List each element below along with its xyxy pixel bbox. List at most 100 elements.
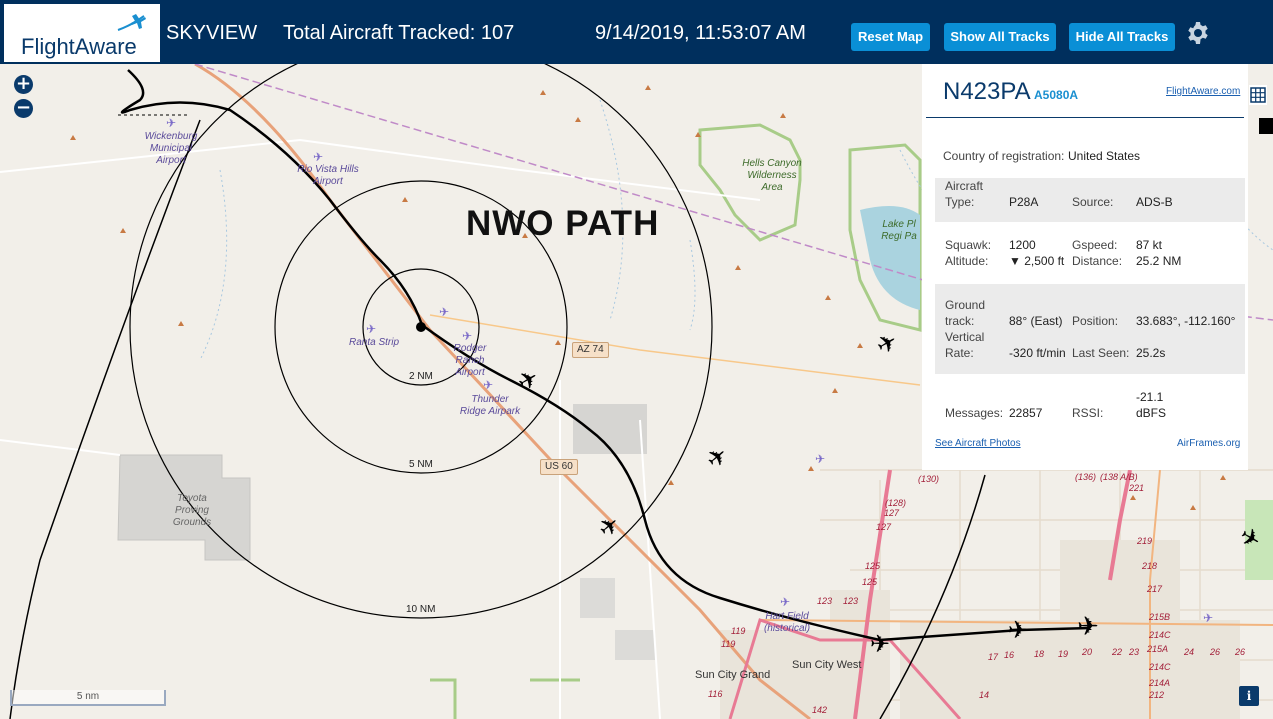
aircraft-detail-panel: N423PA A5080A FlightAware.com Country of…: [922, 64, 1248, 470]
aircraft-type-value: P28A: [1009, 195, 1039, 209]
reset-map-button[interactable]: Reset Map: [851, 23, 930, 51]
exit-label: 20: [1082, 647, 1093, 657]
zoom-out-button[interactable]: −: [14, 99, 33, 118]
aircraft-type-label: Aircraft Type:: [945, 179, 984, 209]
airport-label-rodger-ranch: Rodger Ranch Airport: [453, 343, 487, 378]
exit-label: 125: [862, 577, 878, 587]
ring-label-2nm: 2 NM: [409, 371, 433, 382]
exit-label: 24: [1184, 647, 1195, 657]
messages-value: 22857: [1009, 406, 1043, 420]
vertical-rate-label: Vertical Rate:: [945, 330, 985, 360]
exit-label: 127: [884, 508, 900, 518]
svg-text:✈: ✈: [1077, 612, 1099, 642]
grid-view-button[interactable]: [1249, 85, 1267, 105]
exit-label: 214C: [1149, 662, 1171, 672]
source-label: Source:: [1072, 195, 1114, 209]
road-label-us60: US 60: [540, 459, 578, 475]
svg-text:✈: ✈: [166, 116, 176, 130]
altitude-value: ▼ 2,500 ft: [1009, 254, 1065, 268]
svg-text:✈: ✈: [780, 595, 790, 609]
exit-label: 23: [1129, 647, 1140, 657]
exit-label: 119: [721, 639, 736, 649]
ground-track-value: 88° (East): [1009, 314, 1063, 328]
svg-text:✈: ✈: [870, 630, 890, 658]
map-scale: 5 nm: [10, 690, 166, 706]
logo-text: FlightAware: [21, 34, 137, 59]
exit-label: 215A: [1147, 644, 1169, 654]
exit-label: 142: [812, 705, 828, 715]
gear-icon[interactable]: [1186, 21, 1210, 45]
datetime: 9/14/2019, 11:53:07 AM: [595, 22, 806, 44]
exit-label: 17: [988, 652, 999, 662]
total-tracked: Total Aircraft Tracked: 107: [283, 22, 515, 44]
hide-all-tracks-button[interactable]: Hide All Tracks: [1069, 23, 1175, 51]
town-label-sun-city-grand: Sun City Grand: [695, 669, 771, 681]
airport-label-thunder-ridge: Thunder Ridge Airpark: [459, 394, 521, 417]
exit-label: (138 A/B): [1100, 472, 1138, 482]
svg-text:✈: ✈: [815, 452, 825, 466]
area-label-lake-pleasant: Lake Pl Regi Pa: [881, 219, 917, 242]
zoom-in-button[interactable]: +: [14, 75, 33, 94]
airport-label-ranta-strip: Ranta Strip: [348, 337, 400, 348]
exit-label: 215B: [1149, 612, 1171, 622]
place-label-toyota: Toyota Proving Grounds: [172, 493, 212, 528]
exit-label: 16: [1004, 650, 1015, 660]
exit-label: (128): [885, 498, 907, 508]
exit-label: 18: [1034, 649, 1045, 659]
show-all-tracks-button[interactable]: Show All Tracks: [944, 23, 1056, 51]
aircraft-photos-link[interactable]: See Aircraft Photos: [935, 438, 1021, 449]
aircraft-hex-code: A5080A: [1034, 88, 1079, 102]
app-name: SKYVIEW: [166, 22, 258, 44]
ground-track-label: Ground track:: [945, 298, 986, 328]
top-bar: FlightAware SKYVIEW Total Aircraft Track…: [0, 0, 1273, 64]
distance-label: Distance:: [1072, 254, 1123, 268]
position-value: 33.683°, -112.160°: [1136, 314, 1236, 328]
airframes-link[interactable]: AirFrames.org: [1177, 438, 1240, 449]
grid-icon: [1250, 87, 1266, 103]
country-value: United States: [1068, 149, 1141, 163]
exit-label: 119: [731, 626, 746, 636]
exit-label: (136): [1075, 472, 1097, 482]
exit-label: 26: [1235, 647, 1246, 657]
svg-text:✈: ✈: [483, 378, 493, 392]
ring-label-5nm: 5 NM: [409, 459, 433, 470]
exit-label: 127: [876, 522, 892, 532]
flightaware-logo[interactable]: FlightAware: [4, 4, 160, 62]
exit-label: 219: [1137, 536, 1153, 546]
last-seen-value: 25.2s: [1136, 346, 1166, 360]
squawk-value: 1200: [1009, 238, 1036, 252]
rssi-label: RSSI:: [1072, 406, 1104, 420]
overlay-title: NWO PATH: [466, 204, 660, 243]
messages-label: Messages:: [945, 406, 1004, 420]
info-button[interactable]: i: [1239, 686, 1259, 706]
airport-label-hart-field: Hart Field (historical): [763, 611, 811, 634]
exit-label: 214A: [1149, 678, 1171, 688]
svg-text:✈: ✈: [1008, 616, 1028, 644]
squawk-label: Squawk:: [945, 238, 992, 252]
exit-label: 19: [1058, 649, 1069, 659]
exit-label: 116: [708, 689, 723, 699]
exit-label: 22: [1112, 647, 1123, 657]
airport-label-rio-vista: Rio Vista Hills Airport: [297, 164, 359, 187]
exit-label: 123: [843, 596, 859, 606]
svg-text:✈: ✈: [462, 329, 472, 343]
exit-label: 221: [1129, 483, 1145, 493]
svg-text:✈: ✈: [313, 150, 323, 164]
town-label-sun-city-west: Sun City West: [792, 659, 862, 671]
gspeed-value: 87 kt: [1136, 238, 1163, 252]
altitude-label: Altitude:: [945, 254, 989, 268]
position-label: Position:: [1072, 314, 1119, 328]
plane-logo-icon: [117, 14, 146, 31]
exit-label: 26: [1210, 647, 1221, 657]
exit-label: 218: [1142, 561, 1158, 571]
source-value: ADS-B: [1136, 195, 1173, 209]
exit-label: (130): [918, 474, 940, 484]
svg-text:✈: ✈: [1203, 611, 1213, 625]
flightaware-link[interactable]: FlightAware.com: [1166, 86, 1240, 97]
exit-label: 125: [865, 561, 881, 571]
exit-label: 217: [1147, 584, 1163, 594]
vertical-rate-value: -320 ft/min: [1009, 346, 1066, 360]
country-label: Country of registration:: [943, 149, 1065, 163]
road-label-az74: AZ 74: [572, 342, 609, 358]
svg-text:✈: ✈: [366, 322, 376, 336]
